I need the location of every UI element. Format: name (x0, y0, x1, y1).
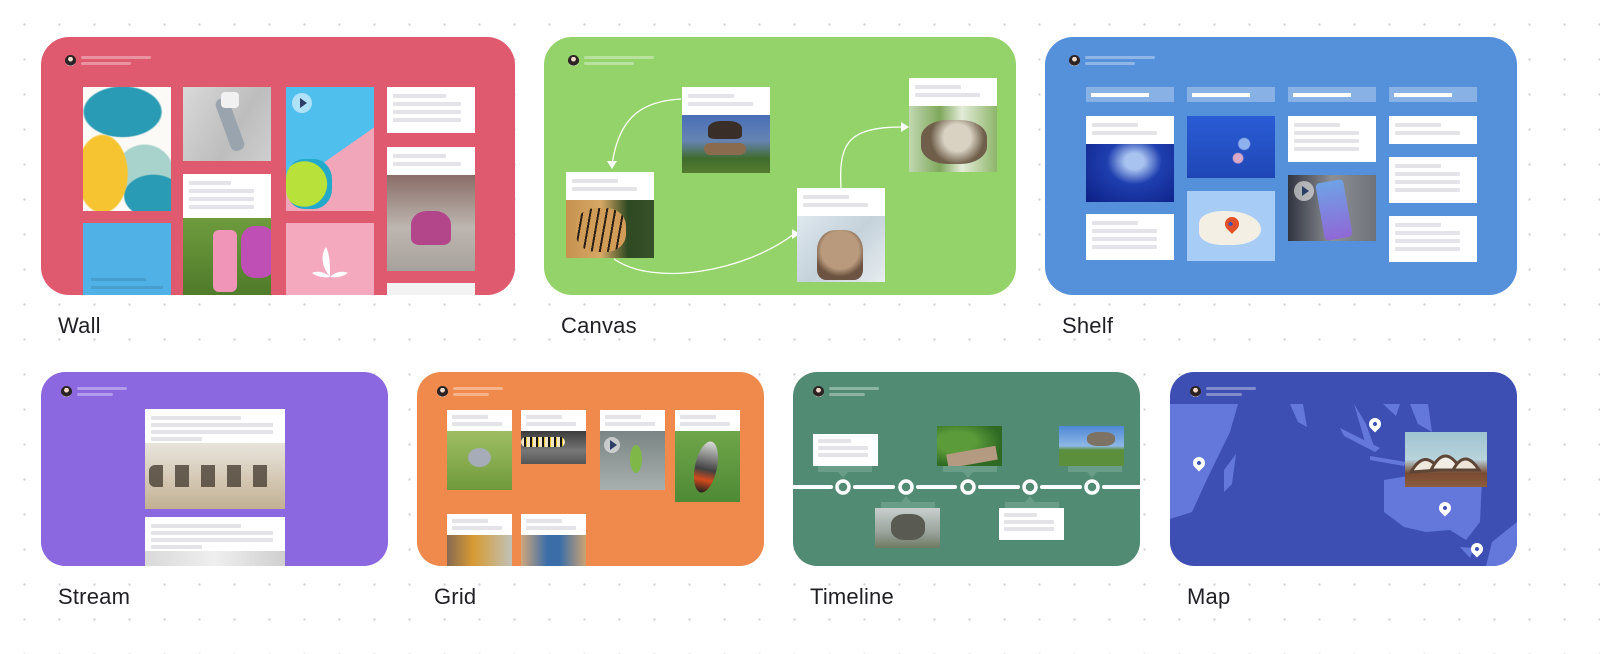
egg-image (447, 431, 512, 490)
camel-caravan-image (145, 443, 285, 509)
timeline-node (898, 479, 914, 495)
grid-card-butterfly (447, 514, 512, 566)
pattern-image (83, 87, 171, 211)
format-tile-grid[interactable]: Grid (417, 372, 764, 622)
board-header (61, 386, 127, 397)
canvas-card-leopard (682, 87, 770, 173)
sneakers-image (286, 87, 374, 211)
text-card (183, 174, 271, 218)
leaf-icon (312, 247, 348, 278)
user-avatar (1069, 55, 1080, 66)
format-label-shelf[interactable]: Shelf (1062, 313, 1113, 339)
stream-image (145, 551, 285, 566)
shoe-lace-image (387, 175, 475, 271)
chrysalis-image (600, 431, 665, 490)
stream-post (145, 517, 285, 566)
shelf-column-header (1187, 87, 1275, 102)
grid-card-child (521, 514, 586, 566)
shelf-card-jellyfish (1086, 116, 1174, 202)
grid-card-emerging (675, 410, 740, 502)
timeline-axis (793, 466, 1140, 508)
cat-image (909, 106, 997, 172)
emerging-butterfly-image (675, 431, 740, 502)
shelf-column-header (1389, 87, 1477, 102)
text-card (1288, 116, 1376, 162)
opera-house-image (1405, 432, 1487, 487)
timeline-node (960, 479, 976, 495)
stream-preview[interactable] (41, 372, 388, 566)
caterpillar-image (521, 431, 586, 464)
fitness-image (183, 87, 271, 161)
format-label-stream[interactable]: Stream (58, 584, 130, 610)
tiger-image (566, 200, 654, 258)
phone-video-image (1288, 175, 1376, 241)
timeline-node (835, 479, 851, 495)
play-icon[interactable] (292, 93, 312, 113)
timeline-node (1084, 479, 1100, 495)
jellyfish-image (1086, 144, 1174, 202)
user-avatar (437, 386, 448, 397)
text-card (387, 87, 475, 133)
lynx-image (797, 216, 885, 282)
text-card (1389, 116, 1477, 144)
map-sketch-card (387, 283, 475, 295)
format-label-map[interactable]: Map (1187, 584, 1230, 610)
format-label-timeline[interactable]: Timeline (810, 584, 894, 610)
timeline-event-text (999, 508, 1064, 540)
format-tile-wall[interactable]: Wall (41, 37, 515, 339)
format-tile-timeline[interactable]: Timeline (793, 372, 1140, 622)
grid-card-chrysalis (600, 410, 665, 490)
play-icon[interactable] (1294, 181, 1314, 201)
child-image (521, 535, 586, 566)
canvas-card-cat (909, 78, 997, 172)
grid-card-egg (447, 410, 512, 490)
canvas-card-tiger (566, 172, 654, 258)
board-header (65, 55, 151, 66)
format-label-wall[interactable]: Wall (58, 313, 101, 339)
text-card (1086, 214, 1174, 260)
format-tile-shelf[interactable]: Shelf (1045, 37, 1517, 339)
shoe-lace-card (387, 147, 475, 271)
format-tile-map[interactable]: Map (1170, 372, 1517, 622)
grid-card-caterpillar (521, 410, 586, 464)
monarch-image (447, 535, 512, 566)
timeline-event-text (813, 434, 878, 466)
shelf-column-header (1288, 87, 1376, 102)
grid-preview[interactable] (417, 372, 764, 566)
shelf-column-header (1086, 87, 1174, 102)
note-card (83, 223, 171, 295)
board-header (1069, 55, 1155, 66)
map-preview[interactable] (1170, 372, 1517, 566)
canvas-card-lynx (797, 188, 885, 282)
format-label-grid[interactable]: Grid (434, 584, 476, 610)
opera-house-sails (1408, 454, 1482, 474)
user-avatar (65, 55, 76, 66)
shelf-preview[interactable] (1045, 37, 1517, 295)
lizard-image (937, 426, 1002, 466)
user-avatar (61, 386, 72, 397)
jellyfish-swarm-image (1187, 116, 1275, 178)
leopard-image (682, 115, 770, 173)
play-icon[interactable] (604, 437, 620, 453)
board-header (437, 386, 503, 397)
map-location-image (1187, 191, 1275, 261)
text-card (1389, 216, 1477, 262)
format-label-canvas[interactable]: Canvas (561, 313, 637, 339)
canvas-preview[interactable] (544, 37, 1016, 295)
text-card (1389, 157, 1477, 203)
format-tile-canvas[interactable]: Canvas (544, 37, 1016, 339)
board-header (1190, 386, 1256, 397)
format-tile-stream[interactable]: Stream (41, 372, 388, 622)
timeline-node (1022, 479, 1038, 495)
wall-preview[interactable] (41, 37, 515, 295)
leaf-card (286, 223, 374, 295)
water-bottle-image (183, 218, 271, 295)
timeline-preview[interactable] (793, 372, 1140, 566)
user-avatar (1190, 386, 1201, 397)
trex-image (875, 508, 940, 548)
raptor-image (1059, 426, 1124, 466)
stream-post-camels (145, 409, 285, 509)
